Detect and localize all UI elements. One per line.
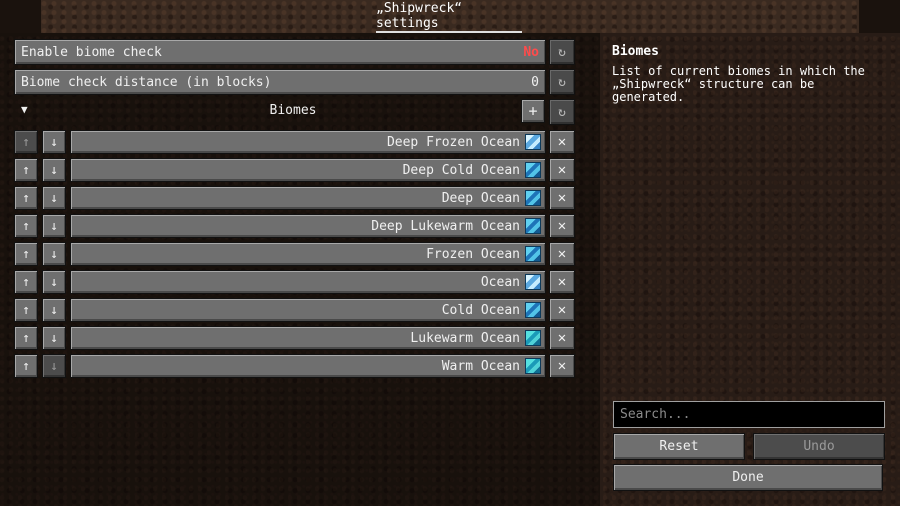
enable-biome-check-value: No bbox=[523, 44, 539, 60]
biome-entry[interactable]: Cold Ocean bbox=[70, 298, 546, 322]
move-down-button[interactable]: ↓ bbox=[42, 130, 66, 154]
remove-biome-button[interactable]: ✕ bbox=[549, 186, 575, 210]
move-up-button[interactable]: ↑ bbox=[14, 354, 38, 378]
biomes-header-label: Biomes bbox=[269, 103, 317, 118]
biome-check-distance-label: Biome check distance (in blocks) bbox=[21, 74, 272, 90]
ocean-icon bbox=[525, 218, 541, 234]
move-up-button[interactable]: ↑ bbox=[14, 214, 38, 238]
biome-entry[interactable]: Lukewarm Ocean bbox=[70, 326, 546, 350]
biome-label: Deep Cold Ocean bbox=[402, 162, 520, 178]
move-down-button[interactable]: ↓ bbox=[42, 214, 66, 238]
info-title: Biomes bbox=[612, 44, 659, 59]
move-down-button[interactable]: ↓ bbox=[42, 270, 66, 294]
biome-entry[interactable]: Deep Lukewarm Ocean bbox=[70, 214, 546, 238]
move-down-button[interactable]: ↓ bbox=[42, 354, 66, 378]
ocean-icon bbox=[525, 302, 541, 318]
enable-biome-check-toggle[interactable]: Enable biome check No bbox=[14, 39, 546, 65]
remove-biome-button[interactable]: ✕ bbox=[549, 158, 575, 182]
collapse-icon[interactable]: ▼ bbox=[21, 103, 28, 116]
move-down-button[interactable]: ↓ bbox=[42, 298, 66, 322]
frozen-ocean-icon bbox=[525, 134, 541, 150]
move-up-button[interactable]: ↑ bbox=[14, 158, 38, 182]
biome-label: Frozen Ocean bbox=[426, 246, 520, 262]
done-button[interactable]: Done bbox=[613, 464, 883, 491]
biome-entry[interactable]: Frozen Ocean bbox=[70, 242, 546, 266]
reset-icon[interactable]: ↻ bbox=[549, 39, 575, 65]
move-up-button[interactable]: ↑ bbox=[14, 270, 38, 294]
biome-entry[interactable]: Deep Cold Ocean bbox=[70, 158, 546, 182]
ocean-icon bbox=[525, 190, 541, 206]
ocean-icon bbox=[525, 246, 541, 262]
remove-biome-button[interactable]: ✕ bbox=[549, 298, 575, 322]
ocean-icon bbox=[525, 162, 541, 178]
info-description: List of current biomes in which the „Shi… bbox=[612, 64, 865, 104]
reset-icon[interactable]: ↻ bbox=[549, 99, 575, 125]
remove-biome-button[interactable]: ✕ bbox=[549, 270, 575, 294]
move-up-button[interactable]: ↑ bbox=[14, 326, 38, 350]
add-biome-button[interactable]: + bbox=[521, 99, 545, 123]
move-up-button[interactable]: ↑ bbox=[14, 130, 38, 154]
biome-label: Cold Ocean bbox=[441, 302, 520, 318]
reset-button[interactable]: Reset bbox=[613, 433, 745, 460]
move-up-button[interactable]: ↑ bbox=[14, 242, 38, 266]
remove-biome-button[interactable]: ✕ bbox=[549, 242, 575, 266]
biome-label: Deep Frozen Ocean bbox=[386, 134, 520, 150]
biome-entry[interactable]: Ocean bbox=[70, 270, 546, 294]
move-up-button[interactable]: ↑ bbox=[14, 298, 38, 322]
move-up-button[interactable]: ↑ bbox=[14, 186, 38, 210]
move-down-button[interactable]: ↓ bbox=[42, 186, 66, 210]
remove-biome-button[interactable]: ✕ bbox=[549, 214, 575, 238]
warm-ocean-icon bbox=[525, 358, 541, 374]
reset-icon[interactable]: ↻ bbox=[549, 69, 575, 95]
enable-biome-check-label: Enable biome check bbox=[21, 44, 162, 60]
biome-entry[interactable]: Deep Ocean bbox=[70, 186, 546, 210]
page-title: „Shipwreck“ settings bbox=[376, 0, 522, 33]
move-down-button[interactable]: ↓ bbox=[42, 158, 66, 182]
biome-entry[interactable]: Warm Ocean bbox=[70, 354, 546, 378]
move-down-button[interactable]: ↓ bbox=[42, 242, 66, 266]
remove-biome-button[interactable]: ✕ bbox=[549, 354, 575, 378]
undo-button[interactable]: Undo bbox=[753, 433, 885, 460]
warm-ocean-icon bbox=[525, 330, 541, 346]
biome-label: Lukewarm Ocean bbox=[410, 330, 520, 346]
biome-label: Warm Ocean bbox=[441, 358, 520, 374]
move-down-button[interactable]: ↓ bbox=[42, 326, 66, 350]
biome-label: Ocean bbox=[480, 274, 520, 290]
frozen-ocean-icon bbox=[525, 274, 541, 290]
remove-biome-button[interactable]: ✕ bbox=[549, 130, 575, 154]
biome-check-distance-field[interactable]: Biome check distance (in blocks) 0 bbox=[14, 69, 546, 95]
biome-label: Deep Ocean bbox=[441, 190, 520, 206]
search-input[interactable] bbox=[613, 401, 885, 428]
biome-entry[interactable]: Deep Frozen Ocean bbox=[70, 130, 546, 154]
biome-label: Deep Lukewarm Ocean bbox=[371, 218, 520, 234]
biome-check-distance-value: 0 bbox=[531, 74, 539, 90]
remove-biome-button[interactable]: ✕ bbox=[549, 326, 575, 350]
